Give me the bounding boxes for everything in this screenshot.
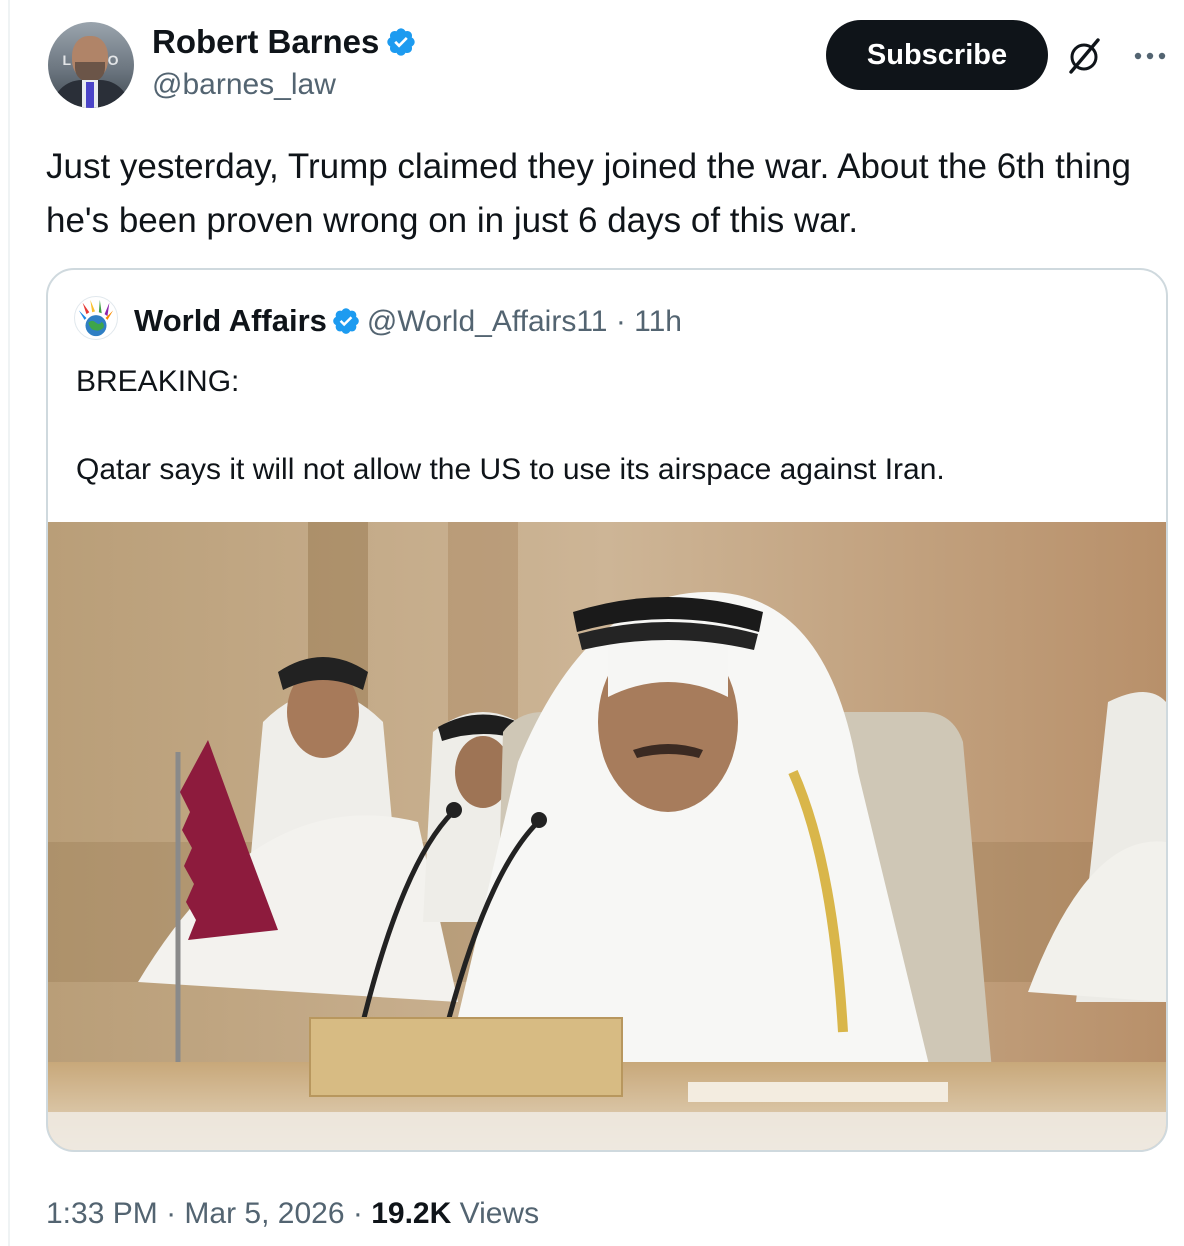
grok-icon[interactable] <box>1064 36 1104 76</box>
quoted-text-line2: Qatar says it will not allow the US to u… <box>76 453 945 486</box>
quoted-header: World Affairs @World_Affairs11 · 11h <box>134 300 682 348</box>
verified-badge-icon[interactable] <box>331 306 361 336</box>
verified-badge-icon[interactable] <box>385 26 417 58</box>
quoted-author-name[interactable]: World Affairs <box>134 303 327 338</box>
post-time[interactable]: 1:33 PM <box>46 1197 158 1230</box>
separator-dot: · <box>166 1197 177 1230</box>
quoted-text: BREAKING: Qatar says it will not allow t… <box>76 360 1136 492</box>
quoted-author-handle[interactable]: @World_Affairs11 <box>367 305 608 338</box>
post-text: Just yesterday, Trump claimed they joine… <box>46 147 1131 240</box>
quoted-timestamp[interactable]: 11h <box>634 305 682 338</box>
post-meta: 1:33 PM · Mar 5, 2026 · 19.2K Views <box>46 1194 539 1234</box>
post-date[interactable]: Mar 5, 2026 <box>184 1197 344 1230</box>
separator-dot: · <box>615 305 626 338</box>
separator-dot: · <box>352 1197 363 1230</box>
author-avatar[interactable]: LAWNO <box>48 22 134 108</box>
quoted-avatar[interactable] <box>74 296 118 340</box>
author-name-text[interactable]: Robert Barnes <box>152 23 379 60</box>
quoted-text-line1: BREAKING: <box>76 365 240 398</box>
subscribe-button[interactable]: Subscribe <box>826 20 1048 90</box>
more-icon[interactable] <box>1130 36 1170 76</box>
summit-meeting-photo[interactable] <box>48 522 1166 1150</box>
quoted-post[interactable]: World Affairs @World_Affairs11 · 11h BRE… <box>46 268 1168 1152</box>
timeline-border <box>8 0 10 1246</box>
photo-illustration <box>48 522 1166 1150</box>
views-label: Views <box>459 1197 540 1230</box>
globe-hands-logo-icon <box>78 299 114 337</box>
author-handle[interactable]: @barnes_law <box>152 66 336 104</box>
author-name[interactable]: Robert Barnes <box>152 22 417 62</box>
views-count[interactable]: 19.2K <box>371 1197 451 1230</box>
